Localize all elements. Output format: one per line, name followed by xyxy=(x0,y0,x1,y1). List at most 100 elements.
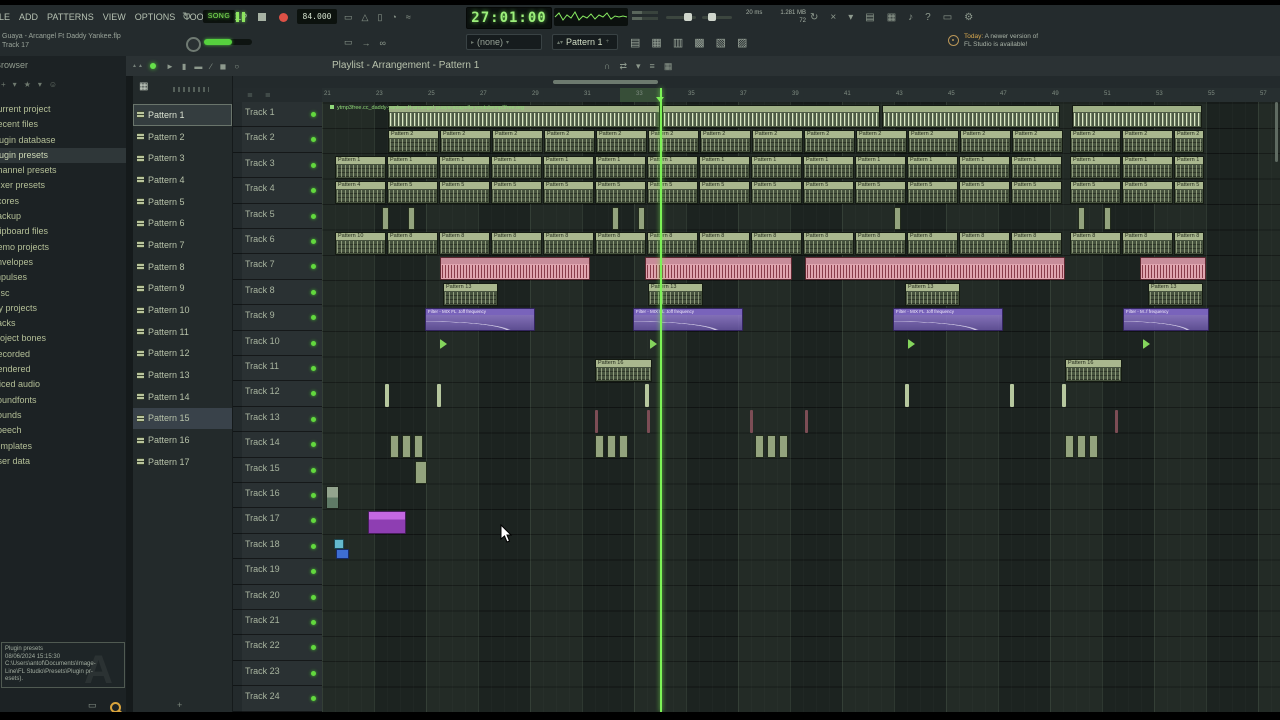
sort-icon[interactable]: ▾ xyxy=(13,80,17,89)
clip-thin[interactable] xyxy=(1062,384,1066,408)
pattern-item-pattern-3[interactable]: Pattern 3 xyxy=(133,147,232,169)
track-header-18[interactable]: Track 18 xyxy=(233,533,322,560)
collapse-icon[interactable]: + xyxy=(1,80,6,89)
bottom-keyboard-icon-wrap[interactable]: ▭ xyxy=(88,700,97,711)
clip-pattern[interactable]: Pattern 13 xyxy=(443,282,498,306)
track-mute-led[interactable] xyxy=(311,315,316,321)
clip-mini[interactable] xyxy=(1104,206,1111,230)
pattern-item-pattern-5[interactable]: Pattern 5 xyxy=(133,191,232,213)
clip-teal[interactable] xyxy=(334,538,344,549)
track-header-23[interactable]: Track 23 xyxy=(233,660,322,687)
drag-handle-icon[interactable]: ≣ xyxy=(247,91,253,99)
browser-item-plugin-database[interactable]: Plugin database xyxy=(0,133,126,148)
clip-pattern[interactable]: Pattern 8 xyxy=(959,232,1010,255)
horizontal-scrollbar[interactable] xyxy=(233,76,1280,88)
clip-pattern[interactable]: Pattern 5 xyxy=(907,181,958,205)
clip-stack[interactable] xyxy=(326,486,339,509)
add-pattern-icon[interactable]: + xyxy=(177,700,182,710)
timeline-ruler[interactable]: ≣ ≣ 21 23 25 27 29 31 33 35 37 39 41 43 45 47 49 51 53 55 5… xyxy=(233,88,1280,103)
clip-mini[interactable] xyxy=(402,435,411,459)
pattern-item-pattern-1[interactable]: Pattern 1 xyxy=(133,104,232,126)
drag-dots-icon[interactable] xyxy=(173,87,209,92)
pattern-item-pattern-11[interactable]: Pattern 11 xyxy=(133,321,232,343)
clip-pattern[interactable]: Pattern 2 xyxy=(1012,130,1063,154)
grid-icon[interactable]: ▦ xyxy=(664,61,673,72)
main-pitch-slider[interactable] xyxy=(702,12,732,22)
clip-line[interactable] xyxy=(750,409,753,433)
browser-item-clipboard-files[interactable]: Clipboard files xyxy=(0,224,126,239)
tempo-display[interactable]: 84.000 xyxy=(297,9,337,24)
clip-pattern[interactable]: Pattern 2 xyxy=(440,130,491,154)
piano-roll-button[interactable]: ▦ xyxy=(651,36,661,49)
clip-thin[interactable] xyxy=(437,384,441,408)
clip-pattern[interactable]: Pattern 1 xyxy=(543,155,594,179)
track-header-22[interactable]: Track 22 xyxy=(233,635,322,661)
window-grab-icon[interactable]: ▲▲ xyxy=(132,56,144,76)
clip-pattern[interactable]: Pattern 1 xyxy=(1122,155,1173,179)
track-header-6[interactable]: Track 6 xyxy=(233,229,322,255)
pattern-item-pattern-8[interactable]: Pattern 8 xyxy=(133,256,232,278)
clip-pattern[interactable]: Pattern 2 xyxy=(1070,130,1121,154)
browser-item-misc[interactable]: Misc xyxy=(0,286,126,301)
clip-marker[interactable] xyxy=(908,338,915,349)
clip-pattern[interactable]: Pattern 5 xyxy=(1174,181,1204,205)
track-mute-led[interactable] xyxy=(311,493,316,498)
clip-pattern[interactable]: Pattern 1 xyxy=(335,155,386,179)
clip-pink[interactable] xyxy=(1140,257,1206,281)
grid-view-icon[interactable]: ▦ xyxy=(139,81,148,92)
track-header-4[interactable]: Track 4 xyxy=(233,178,322,204)
browser-item-rendered[interactable]: Rendered xyxy=(0,362,126,377)
snap-magnet-icon[interactable]: ∩ xyxy=(604,61,610,71)
track-header-20[interactable]: Track 20 xyxy=(233,584,322,610)
clip-pattern[interactable]: Pattern 2 xyxy=(544,130,595,154)
song-position-bar[interactable] xyxy=(204,39,252,45)
filter-icon[interactable]: ▾ xyxy=(38,80,42,89)
menu-item-view[interactable]: VIEW xyxy=(103,12,126,22)
pattern-item-pattern-7[interactable]: Pattern 7 xyxy=(133,234,232,256)
typing-to-piano-icon[interactable]: ▭ xyxy=(344,37,353,48)
clip-pattern[interactable]: Pattern 5 xyxy=(595,181,646,205)
clip-pattern[interactable]: Pattern 1 xyxy=(491,155,542,179)
clip-pattern[interactable]: Pattern 8 xyxy=(595,232,646,255)
clip-pink[interactable] xyxy=(805,257,1065,281)
update-notification[interactable]: Today: A newer version of FL Studio is a… xyxy=(948,33,1038,49)
clip-mini[interactable] xyxy=(607,435,616,459)
clip-thin[interactable] xyxy=(905,384,909,408)
pattern-item-pattern-4[interactable]: Pattern 4 xyxy=(133,169,232,191)
clip-mini[interactable] xyxy=(595,435,604,459)
clip-pattern[interactable]: Pattern 2 xyxy=(700,130,751,154)
main-volume-slider[interactable] xyxy=(666,12,696,22)
clip-pattern[interactable]: Pattern 5 xyxy=(699,181,750,205)
clip-pattern[interactable]: Pattern 8 xyxy=(387,232,438,255)
channel-rack-button[interactable]: ▥ xyxy=(673,36,683,49)
piano-roll-icon[interactable]: ♪ xyxy=(908,12,913,23)
vertical-scroll-thumb[interactable] xyxy=(1275,102,1278,162)
track-header-17[interactable]: Track 17 xyxy=(233,508,322,534)
clip-pattern[interactable]: Pattern 8 xyxy=(855,232,906,255)
clip-pattern[interactable]: Pattern 1 xyxy=(1011,155,1062,179)
panel-add-wrap[interactable]: + xyxy=(177,700,182,710)
pattern-item-pattern-10[interactable]: Pattern 10 xyxy=(133,299,232,321)
clip-thin[interactable] xyxy=(385,384,389,408)
browser-item-mixer-presets[interactable]: Mixer presets xyxy=(0,178,126,193)
dropdown-icon[interactable]: ▾ xyxy=(848,12,853,23)
clip-mini[interactable] xyxy=(1065,435,1074,459)
clip-mini[interactable] xyxy=(1077,435,1086,459)
clip-pattern[interactable]: Pattern 2 xyxy=(856,130,907,154)
clip-pattern[interactable]: Pattern 13 xyxy=(648,282,703,306)
browser-item-current-project[interactable]: Current project xyxy=(0,102,126,117)
clip-pattern[interactable]: Pattern 5 xyxy=(855,181,906,205)
browser-item-soundfonts[interactable]: Soundfonts xyxy=(0,393,126,408)
track-mute-led[interactable] xyxy=(311,696,316,702)
link-target-combo[interactable]: ▸ (none) ▾ xyxy=(466,34,542,50)
browser-item-templates[interactable]: Templates xyxy=(0,439,126,454)
browser-item-impulses[interactable]: Impulses xyxy=(0,270,126,285)
clip-pattern[interactable]: Pattern 2 xyxy=(648,130,699,154)
track-mute-led[interactable] xyxy=(311,594,316,600)
clip-pattern[interactable]: Pattern 2 xyxy=(596,130,647,154)
clip-pattern[interactable]: Pattern 13 xyxy=(1148,282,1203,306)
clip-mini[interactable] xyxy=(415,460,427,484)
track-mute-led[interactable] xyxy=(311,112,316,117)
clip-auto[interactable]: Filter - MIX FL .toff frequency xyxy=(893,308,1003,332)
clip-pattern[interactable]: Pattern 16 xyxy=(1065,359,1122,382)
